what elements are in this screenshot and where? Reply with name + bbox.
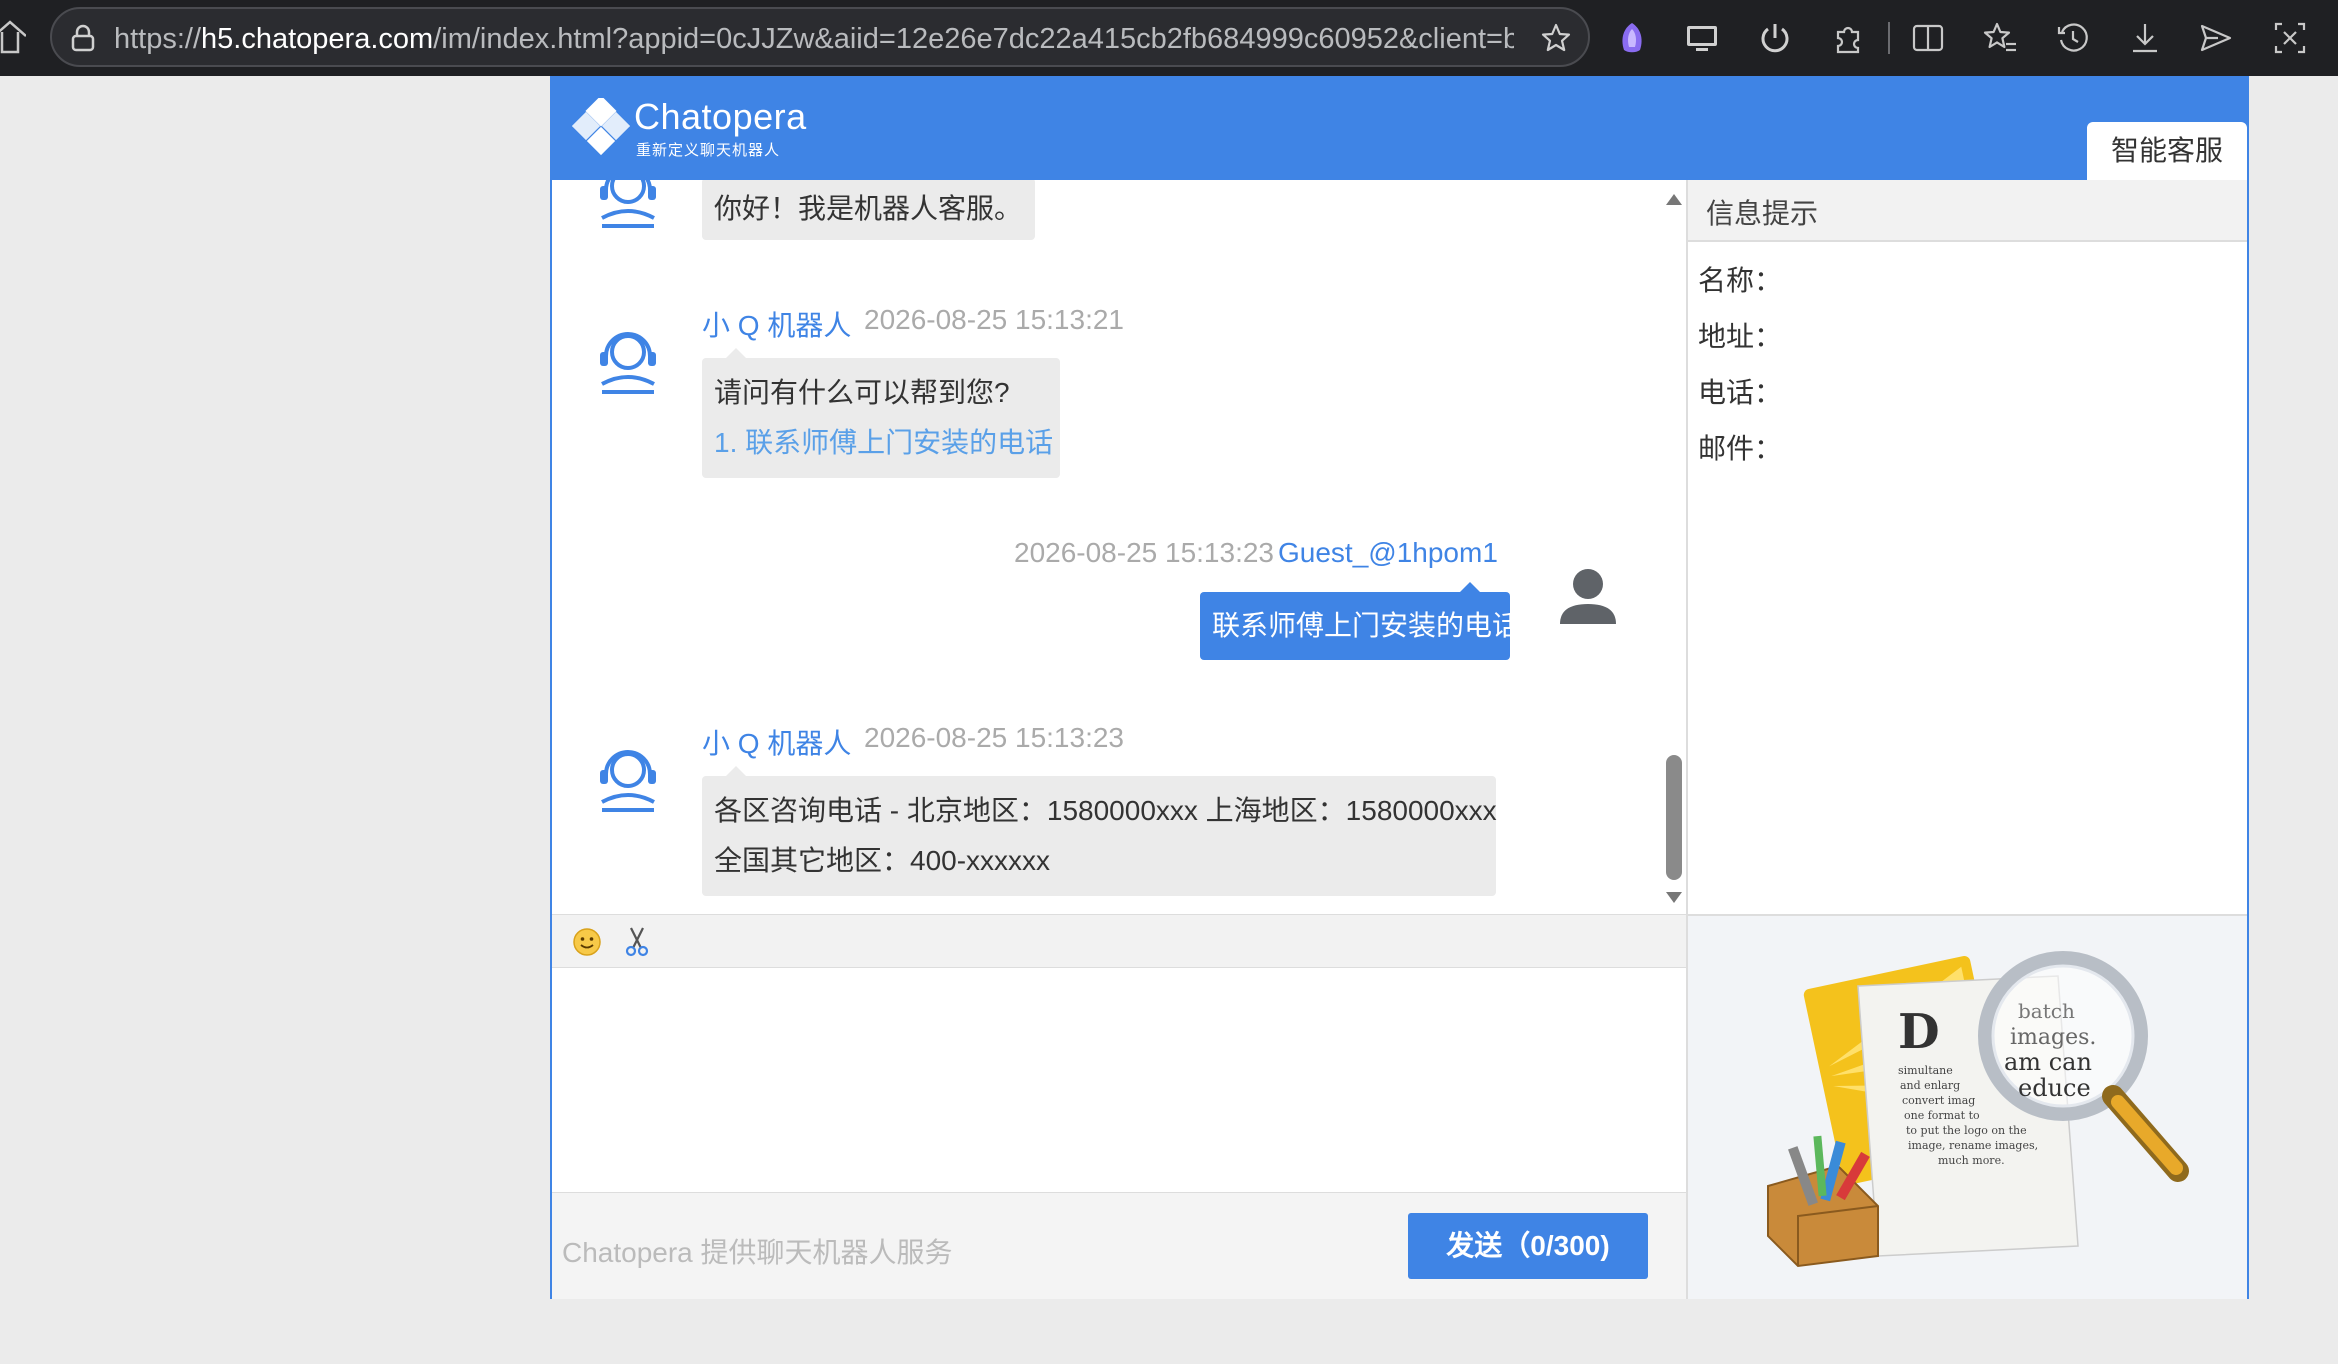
info-field-name: 名称： — [1698, 265, 1783, 296]
promo-word: image, rename images, — [1908, 1139, 2038, 1152]
chat-scrollbar[interactable] — [1662, 180, 1686, 914]
message-text: 请问有什么可以帮到您? — [714, 377, 1010, 408]
download-icon[interactable] — [2127, 20, 2163, 56]
chat-messages[interactable]: 你好！我是机器人客服。 小 Q 机器人 2026-08-25 15:13:21 … — [552, 180, 1686, 914]
copilot-icon[interactable] — [1614, 20, 1650, 56]
favorites-icon[interactable] — [1982, 20, 2018, 56]
promo-word: simultane — [1898, 1064, 1953, 1077]
message-input[interactable] — [552, 968, 1686, 1192]
message-bubble-bot: 你好！我是机器人客服。 — [702, 180, 1035, 240]
chat-widget: Chatopera 重新定义聊天机器人 智能客服 你好！我是机器人客服。 小 Q… — [550, 76, 2249, 1299]
promo-word: convert imag — [1902, 1094, 1975, 1107]
message-timestamp: 2026-08-25 15:13:21 — [864, 304, 1124, 335]
home-icon[interactable] — [0, 18, 26, 58]
robot-avatar-icon — [600, 180, 656, 228]
promo-area: D simultane and enlarg convert imag one … — [1688, 914, 2247, 1299]
brand-tagline: 重新定义聊天机器人 — [636, 142, 781, 159]
toolbar-divider — [1888, 22, 1890, 54]
promo-word: to put the logo on the — [1906, 1124, 2027, 1137]
robot-avatar-icon — [600, 750, 656, 812]
promo-word: images. — [2010, 1025, 2096, 1050]
message-bubble-user: 联系师傅上门安装的电话 — [1200, 582, 1521, 660]
sender-name: 小 Q 机器人 — [702, 728, 852, 759]
lock-icon[interactable] — [70, 24, 96, 52]
message-timestamp: 2026-08-25 15:13:23 — [864, 722, 1124, 753]
chatopera-logo-icon — [572, 98, 630, 156]
promo-word: educe — [2018, 1074, 2091, 1102]
info-field-email: 邮件： — [1698, 433, 1783, 464]
info-panel-title: 信息提示 — [1706, 198, 1819, 229]
message-text: 各区咨询电话 - 北京地区：1580000xxx 上海地区：1580000xxx — [714, 795, 1497, 826]
info-panel: 信息提示 名称： 地址： 电话： 邮件： D simultane and enl… — [1686, 180, 2247, 1299]
message-text: 联系师傅上门安装的电话 — [1212, 610, 1521, 641]
info-panel-header: 信息提示 — [1688, 180, 2247, 242]
sender-name: Guest_@1hpom1 — [1278, 537, 1498, 568]
info-fields: 名称： 地址： 电话： 邮件： — [1698, 260, 1782, 484]
url-text[interactable]: https://h5.chatopera.com/im/index.html?a… — [114, 23, 1514, 56]
emoji-icon[interactable] — [572, 927, 602, 957]
history-icon[interactable] — [2055, 20, 2091, 56]
svg-text:D: D — [1898, 1004, 1940, 1060]
powered-by-text: Chatopera 提供聊天机器人服务 — [562, 1237, 953, 1268]
widget-header: Chatopera 重新定义聊天机器人 智能客服 — [552, 78, 2247, 180]
message-bubble-bot: 请问有什么可以帮到您? 1. 联系师傅上门安装的电话 — [702, 348, 1060, 478]
info-field-phone: 电话： — [1698, 377, 1783, 408]
message-bubble-bot: 各区咨询电话 - 北京地区：1580000xxx 上海地区：1580000xxx… — [702, 766, 1497, 896]
promo-word: one format to — [1904, 1109, 1980, 1122]
info-field-address: 地址： — [1698, 321, 1783, 352]
address-bar[interactable]: https://h5.chatopera.com/im/index.html?a… — [50, 7, 1590, 67]
message-text: 全国其它地区：400-xxxxxx — [714, 845, 1051, 876]
url-scheme: https:// — [114, 23, 202, 55]
suggestion-link[interactable]: 1. 联系师傅上门安装的电话 — [714, 418, 1053, 468]
star-icon[interactable] — [1540, 22, 1572, 54]
promo-word: much more. — [1938, 1154, 2005, 1167]
send-button[interactable]: 发送（0/300) — [1408, 1213, 1648, 1279]
power-icon[interactable] — [1757, 20, 1793, 56]
scroll-down-arrow-icon[interactable] — [1666, 892, 1682, 903]
extensions-icon[interactable] — [1830, 20, 1866, 56]
monitor-icon[interactable] — [1684, 20, 1720, 56]
url-host: h5.chatopera.com — [201, 23, 434, 55]
scroll-up-arrow-icon[interactable] — [1666, 194, 1682, 205]
screenshot-icon[interactable] — [2272, 20, 2308, 56]
input-toolbar — [552, 914, 1686, 968]
robot-avatar-icon — [600, 332, 656, 394]
chat-footer: Chatopera 提供聊天机器人服务 发送（0/300) — [552, 1192, 1686, 1299]
sender-name: 小 Q 机器人 — [702, 310, 852, 341]
scroll-thumb[interactable] — [1666, 755, 1682, 880]
brand-name: Chatopera — [634, 96, 807, 137]
user-avatar-icon — [1560, 569, 1616, 624]
split-screen-icon[interactable] — [1910, 20, 1946, 56]
batch-image-tool-illustration: D simultane and enlarg convert imag one … — [1767, 951, 2189, 1268]
promo-word: batch — [2018, 999, 2075, 1023]
message-text: 你好！我是机器人客服。 — [714, 193, 1023, 224]
message-timestamp: 2026-08-25 15:13:23 — [1014, 537, 1274, 568]
url-path: /im/index.html?appid=0cJJZw&aiid=12e26e7… — [433, 23, 1514, 55]
tab-smart-service[interactable]: 智能客服 — [2087, 122, 2247, 180]
promo-word: and enlarg — [1900, 1079, 1960, 1092]
browser-toolbar: https://h5.chatopera.com/im/index.html?a… — [0, 0, 2338, 76]
share-icon[interactable] — [2198, 20, 2234, 56]
promo-word: am can — [2004, 1048, 2092, 1076]
scissors-icon[interactable] — [622, 926, 652, 958]
